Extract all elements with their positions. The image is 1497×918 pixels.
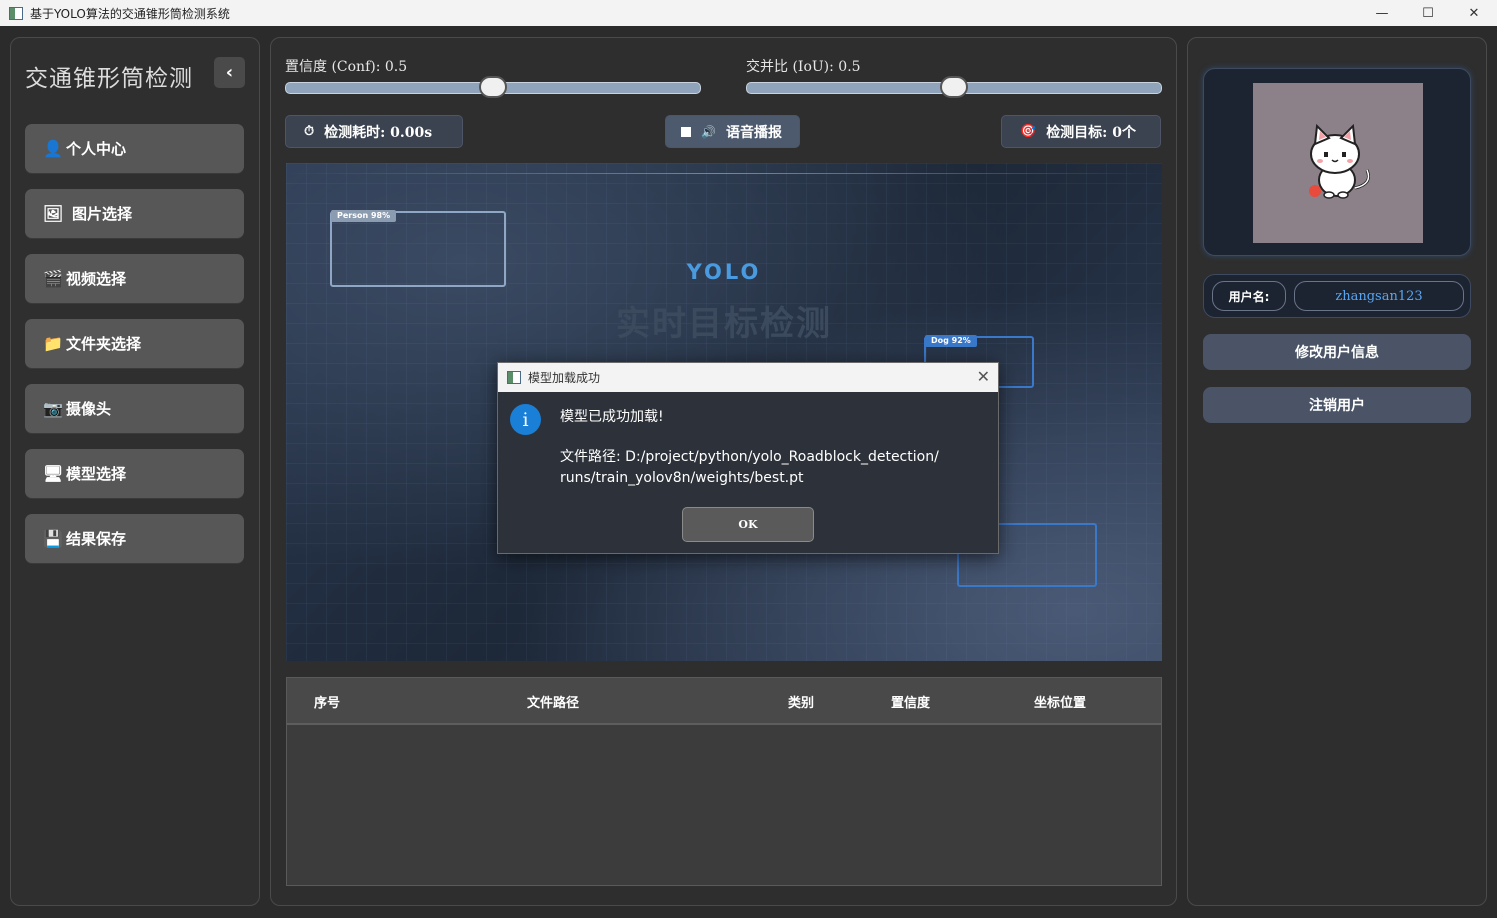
iou-slider[interactable] bbox=[746, 76, 1162, 98]
folder-icon: 📁 bbox=[43, 334, 63, 353]
sidebar: 交通锥形筒检测 ‹ 👤 个人中心 🖼 图片选择 🎬 视频选择 📁 文件夹选择 📷… bbox=[10, 37, 260, 906]
username-value: zhangsan123 bbox=[1294, 281, 1464, 311]
app-icon bbox=[507, 371, 521, 384]
user-icon: 👤 bbox=[43, 139, 63, 158]
sidebar-item-save[interactable]: 💾 结果保存 bbox=[25, 514, 244, 563]
sidebar-item-image[interactable]: 🖼 图片选择 bbox=[25, 189, 244, 238]
cat-avatar-icon bbox=[1309, 123, 1370, 199]
dialog-title: 模型加载成功 bbox=[528, 371, 601, 385]
maximize-button[interactable]: ☐ bbox=[1405, 0, 1451, 26]
monitor-icon: 🖥 bbox=[42, 464, 64, 483]
minimize-button[interactable]: — bbox=[1359, 0, 1405, 26]
checkbox-icon[interactable] bbox=[681, 126, 691, 137]
floppy-disk-icon: 💾 bbox=[43, 529, 63, 548]
conf-slider-handle[interactable] bbox=[479, 76, 507, 98]
sidebar-item-label: 模型选择 bbox=[66, 465, 127, 483]
image-icon: 🖼 bbox=[42, 204, 64, 223]
conf-label: 置信度 (Conf): 0.5 bbox=[285, 59, 408, 75]
webcam-icon: 📷 bbox=[43, 399, 63, 418]
ok-button[interactable]: OK bbox=[682, 507, 814, 542]
sidebar-item-label: 文件夹选择 bbox=[66, 335, 142, 353]
yolo-logo-text: YOLO bbox=[686, 260, 762, 284]
column-header-confidence[interactable]: 置信度 bbox=[891, 692, 930, 711]
voice-broadcast-toggle[interactable]: 🔊 语音播报 bbox=[665, 115, 800, 148]
dialog-path-line: 文件路径: D:/project/python/yolo_Roadblock_d… bbox=[560, 449, 939, 465]
sidebar-item-label: 摄像头 bbox=[66, 400, 112, 418]
target-count-badge: 🎯 检测目标: 0个 bbox=[1001, 115, 1161, 148]
sidebar-item-profile[interactable]: 👤 个人中心 bbox=[25, 124, 244, 173]
sidebar-item-folder[interactable]: 📁 文件夹选择 bbox=[25, 319, 244, 368]
window-title: 基于YOLO算法的交通锥形筒检测系统 bbox=[30, 6, 230, 21]
username-label: 用户名: bbox=[1212, 281, 1286, 311]
display-title: 实时目标检测 bbox=[616, 304, 832, 344]
sidebar-title: 交通锥形筒检测 bbox=[25, 66, 193, 92]
dialog-file-path: 文件路径: D:/project/python/yolo_Roadblock_d… bbox=[560, 447, 980, 489]
voice-broadcast-label: 语音播报 bbox=[725, 124, 782, 141]
sidebar-item-label: 图片选择 bbox=[72, 205, 133, 223]
sidebar-item-label: 视频选择 bbox=[66, 270, 127, 288]
column-header-coordinates[interactable]: 坐标位置 bbox=[1034, 692, 1086, 711]
detection-time-text: 检测耗时: 0.00s bbox=[324, 124, 433, 141]
speaker-icon: 🔊 bbox=[701, 124, 716, 139]
username-row: 用户名: zhangsan123 bbox=[1203, 274, 1471, 318]
display-top-line bbox=[286, 173, 1162, 174]
clapperboard-icon: 🎬 bbox=[43, 269, 63, 288]
logout-button[interactable]: 注销用户 bbox=[1203, 387, 1471, 423]
dialog-titlebar: 模型加载成功 ✕ bbox=[498, 363, 998, 392]
conf-slider[interactable] bbox=[285, 76, 701, 98]
avatar-frame bbox=[1203, 68, 1471, 256]
target-icon: 🎯 bbox=[1020, 124, 1037, 139]
user-panel: 用户名: zhangsan123 修改用户信息 注销用户 bbox=[1187, 37, 1487, 906]
sidebar-item-video[interactable]: 🎬 视频选择 bbox=[25, 254, 244, 303]
model-loaded-dialog: 模型加载成功 ✕ i 模型已成功加载! 文件路径: D:/project/pyt… bbox=[497, 362, 999, 554]
table-header: 序号 文件路径 类别 置信度 坐标位置 bbox=[287, 678, 1161, 725]
collapse-sidebar-button[interactable]: ‹ bbox=[214, 57, 245, 88]
close-button[interactable]: ✕ bbox=[1451, 0, 1497, 26]
detection-time-badge: ⏱ 检测耗时: 0.00s bbox=[285, 115, 463, 148]
column-header-class[interactable]: 类别 bbox=[788, 692, 814, 711]
column-header-index[interactable]: 序号 bbox=[314, 692, 340, 711]
column-header-path[interactable]: 文件路径 bbox=[527, 692, 579, 711]
app-icon bbox=[9, 6, 23, 20]
detection-label: Person 98% bbox=[331, 210, 397, 222]
sidebar-item-camera[interactable]: 📷 摄像头 bbox=[25, 384, 244, 433]
iou-slider-handle[interactable] bbox=[940, 76, 968, 98]
avatar[interactable] bbox=[1253, 83, 1423, 243]
edit-user-button[interactable]: 修改用户信息 bbox=[1203, 334, 1471, 370]
sidebar-item-label: 个人中心 bbox=[66, 140, 127, 158]
dialog-message: 模型已成功加载! bbox=[560, 409, 664, 425]
iou-label: 交并比 (IoU): 0.5 bbox=[746, 59, 861, 75]
close-icon[interactable]: ✕ bbox=[977, 367, 990, 386]
sidebar-item-label: 结果保存 bbox=[66, 530, 127, 548]
chevron-left-icon: ‹ bbox=[225, 62, 234, 83]
stopwatch-icon: ⏱ bbox=[304, 124, 315, 139]
sidebar-item-model[interactable]: 🖥 模型选择 bbox=[25, 449, 244, 498]
info-icon: i bbox=[510, 404, 541, 435]
dialog-path-line: runs/train_yolov8n/weights/best.pt bbox=[560, 470, 804, 486]
window-titlebar: 基于YOLO算法的交通锥形筒检测系统 — ☐ ✕ bbox=[0, 0, 1497, 26]
target-count-text: 检测目标: 0个 bbox=[1046, 124, 1136, 141]
results-table: 序号 文件路径 类别 置信度 坐标位置 bbox=[286, 677, 1162, 886]
window-controls: — ☐ ✕ bbox=[1359, 0, 1497, 26]
